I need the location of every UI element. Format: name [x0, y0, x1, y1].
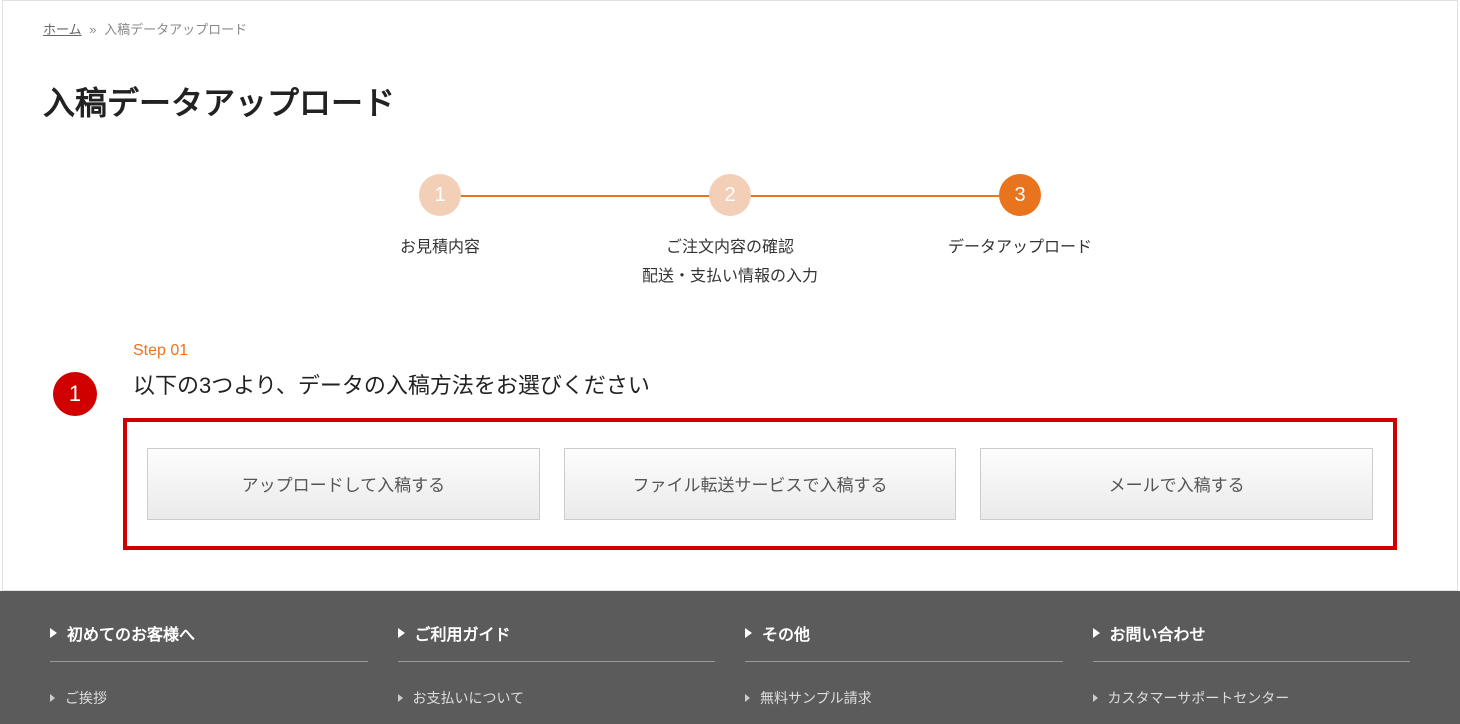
- breadcrumb-current: 入稿データアップロード: [104, 22, 247, 37]
- progress-step-3: 3 データアップロード: [875, 174, 1165, 263]
- annotation-badge: 1: [53, 372, 97, 416]
- triangle-icon: [745, 694, 750, 702]
- footer-head-label: お問い合わせ: [1110, 621, 1206, 645]
- progress-label: データアップロード: [948, 234, 1092, 263]
- progress-circle: 3: [999, 174, 1041, 216]
- progress-step-2: 2 ご注文内容の確認配送・支払い情報の入力: [585, 174, 875, 292]
- footer-col-1: 初めてのお客様へご挨拶: [50, 621, 368, 714]
- footer-head[interactable]: お問い合わせ: [1093, 621, 1411, 662]
- footer-item[interactable]: ご挨拶: [50, 682, 368, 714]
- step-section: 1 Step 01 以下の3つより、データの入稿方法をお選びください アップロー…: [3, 342, 1457, 590]
- triangle-icon: [1093, 628, 1100, 638]
- footer-head-label: ご利用ガイド: [415, 621, 511, 645]
- footer-item[interactable]: 無料サンプル請求: [745, 682, 1063, 714]
- footer-head[interactable]: 初めてのお客様へ: [50, 621, 368, 662]
- triangle-icon: [398, 694, 403, 702]
- triangle-icon: [1093, 694, 1098, 702]
- footer-item-label: お支払いについて: [413, 688, 525, 708]
- progress-line: [730, 195, 1020, 197]
- progress-label: ご注文内容の確認配送・支払い情報の入力: [642, 234, 818, 292]
- progress-circle: 2: [709, 174, 751, 216]
- footer: 初めてのお客様へご挨拶ご利用ガイドお支払いについてその他無料サンプル請求お問い合…: [0, 591, 1460, 724]
- footer-head-label: 初めてのお客様へ: [67, 621, 195, 645]
- progress-indicator: 1 お見積内容 2 ご注文内容の確認配送・支払い情報の入力 3 データアップロード: [3, 164, 1457, 342]
- breadcrumb: ホーム » 入稿データアップロード: [3, 1, 1457, 48]
- footer-head[interactable]: ご利用ガイド: [398, 621, 716, 662]
- progress-circle: 1: [419, 174, 461, 216]
- breadcrumb-home-link[interactable]: ホーム: [43, 22, 82, 37]
- progress-label: お見積内容: [400, 234, 480, 263]
- upload-option-button-1[interactable]: アップロードして入稿する: [147, 448, 540, 520]
- breadcrumb-sep: »: [89, 22, 96, 37]
- page-title: 入稿データアップロード: [3, 48, 1457, 164]
- progress-step-1: 1 お見積内容: [295, 174, 585, 263]
- triangle-icon: [50, 628, 57, 638]
- step-heading: 以下の3つより、データの入稿方法をお選びください: [133, 368, 1417, 400]
- upload-option-box: アップロードして入稿するファイル転送サービスで入稿するメールで入稿する: [123, 418, 1397, 550]
- triangle-icon: [398, 628, 405, 638]
- footer-item-label: カスタマーサポートセンター: [1108, 688, 1290, 708]
- footer-item[interactable]: カスタマーサポートセンター: [1093, 682, 1411, 714]
- step-mini-label: Step 01: [133, 342, 1417, 360]
- footer-col-4: お問い合わせカスタマーサポートセンター: [1093, 621, 1411, 714]
- upload-option-button-3[interactable]: メールで入稿する: [980, 448, 1373, 520]
- footer-col-2: ご利用ガイドお支払いについて: [398, 621, 716, 714]
- footer-col-3: その他無料サンプル請求: [745, 621, 1063, 714]
- upload-option-button-2[interactable]: ファイル転送サービスで入稿する: [564, 448, 957, 520]
- footer-head-label: その他: [762, 621, 810, 645]
- footer-item[interactable]: お支払いについて: [398, 682, 716, 714]
- footer-head[interactable]: その他: [745, 621, 1063, 662]
- triangle-icon: [745, 628, 752, 638]
- footer-item-label: ご挨拶: [65, 688, 107, 708]
- footer-item-label: 無料サンプル請求: [760, 688, 872, 708]
- progress-line: [440, 195, 730, 197]
- triangle-icon: [50, 694, 55, 702]
